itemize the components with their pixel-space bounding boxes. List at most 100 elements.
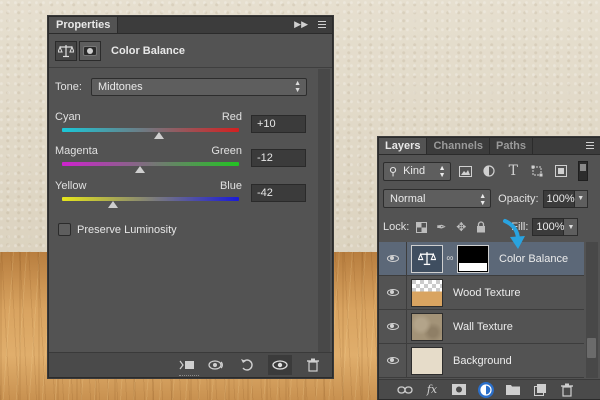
fx-icon[interactable]: fx: [424, 382, 440, 398]
yellow-blue-slider-thumb[interactable]: [108, 201, 119, 208]
layer-row-wall-texture[interactable]: Wall Texture: [379, 309, 584, 344]
new-layer-icon[interactable]: [532, 382, 548, 398]
visibility-toggle[interactable]: [379, 275, 407, 310]
layer-name: Wall Texture: [453, 320, 513, 333]
clip-to-layer-icon[interactable]: [178, 356, 196, 374]
chain-link-icon[interactable]: ∞: [446, 253, 454, 264]
fill-field[interactable]: 100%: [532, 218, 565, 236]
fill-dropdown-icon[interactable]: ▼: [564, 218, 579, 236]
link-icon[interactable]: [397, 382, 413, 398]
mask-icon[interactable]: [79, 40, 101, 61]
layer-row-wood-texture[interactable]: Wood Texture: [379, 275, 584, 310]
red-label: Red: [221, 111, 242, 123]
pixel-layer-filter-icon[interactable]: [457, 163, 475, 179]
preserve-luminosity-checkbox[interactable]: [58, 223, 71, 236]
shape-filter-icon[interactable]: [528, 163, 546, 179]
mask-icon[interactable]: [451, 382, 467, 398]
properties-scrollbar[interactable]: [318, 69, 330, 353]
visibility-toggle[interactable]: [379, 343, 407, 378]
properties-body: Tone: Midtones ▲ ▼ Cyan Red +10 Magenta G…: [49, 69, 317, 353]
type-filter-icon[interactable]: T: [504, 163, 522, 179]
filter-row: ⚲ Kind ▲ ▼ T: [383, 161, 589, 181]
yellow-blue-gradient[interactable]: [62, 197, 239, 201]
lock-image-pixels-icon[interactable]: ✒: [433, 219, 449, 235]
search-icon: ⚲: [389, 165, 398, 178]
eye-icon: [386, 357, 399, 364]
opacity-dropdown-icon[interactable]: ▼: [574, 189, 588, 208]
green-label: Green: [211, 145, 242, 157]
yellow-blue-slider-block: Yellow Blue -42: [55, 180, 310, 216]
visibility-toggle[interactable]: [379, 309, 407, 344]
tab-layers[interactable]: Layers: [379, 138, 428, 154]
filter-kind-value: Kind: [403, 165, 426, 177]
eye-icon: [386, 255, 399, 262]
cyan-red-gradient[interactable]: [62, 128, 239, 132]
layer-thumbnail: [411, 278, 443, 307]
tab-properties[interactable]: Properties: [49, 17, 119, 33]
preserve-luminosity-row: Preserve Luminosity: [58, 223, 177, 236]
properties-header: Color Balance: [49, 34, 332, 68]
tone-row: Tone: Midtones ▲ ▼: [55, 78, 307, 96]
lock-all-icon[interactable]: [473, 219, 489, 235]
properties-panel: Properties ▶▶ Color Balance Tone: Midton…: [48, 16, 333, 378]
layers-panel: Layers Channels Paths ⚲ Kind ▲ ▼ T Normal: [378, 137, 600, 400]
color-balance-icon[interactable]: [55, 40, 77, 61]
lock-transparent-pixels-icon[interactable]: [413, 219, 429, 235]
layer-list: ∞ Color Balance Wood Texture Wall Textur…: [379, 241, 584, 378]
layer-row-color-balance[interactable]: ∞ Color Balance: [379, 241, 584, 276]
reset-icon[interactable]: [238, 356, 256, 374]
filter-kind-select[interactable]: ⚲ Kind ▲ ▼: [383, 161, 451, 181]
layers-scrollbar[interactable]: [586, 242, 598, 378]
tone-select[interactable]: Midtones ▲ ▼: [91, 78, 307, 96]
lock-position-icon[interactable]: ✥: [453, 219, 469, 235]
cyan-red-slider-block: Cyan Red +10: [55, 111, 310, 147]
blend-mode-select[interactable]: Normal ▲ ▼: [383, 189, 492, 208]
yellow-label: Yellow: [55, 180, 87, 192]
scrollbar-thumb[interactable]: [587, 338, 596, 358]
panel-controls: ▶▶: [294, 19, 328, 30]
layer-row-background[interactable]: Background: [379, 343, 584, 378]
magenta-label: Magenta: [55, 145, 98, 157]
cyan-red-value-field[interactable]: +10: [251, 115, 306, 133]
smart-object-filter-icon[interactable]: [552, 163, 570, 179]
visibility-toggle[interactable]: [379, 241, 407, 276]
layers-panel-controls: [582, 140, 596, 151]
layers-tabbar: Layers Channels Paths: [379, 138, 600, 155]
properties-footer: [49, 352, 332, 377]
collapse-panel-icon[interactable]: ▶▶: [294, 19, 308, 30]
folder-icon[interactable]: [505, 382, 521, 398]
panel-menu-icon[interactable]: [582, 140, 596, 151]
magenta-green-slider-thumb[interactable]: [134, 166, 145, 173]
resize-grip[interactable]: [179, 375, 199, 378]
blend-row: Normal ▲ ▼ Opacity: 100% ▼: [383, 189, 588, 208]
layer-thumbnail: [411, 312, 443, 341]
magenta-green-value-field[interactable]: -12: [251, 149, 306, 167]
trash-icon[interactable]: [304, 356, 322, 374]
lock-row: Lock: ✒ ✥ Fill: 100% ▼: [383, 218, 588, 236]
cyan-red-slider-thumb[interactable]: [154, 132, 165, 139]
tab-paths[interactable]: Paths: [490, 138, 533, 154]
layer-name: Wood Texture: [453, 286, 521, 299]
opacity-field[interactable]: 100%: [542, 189, 575, 208]
opacity-label: Opacity:: [498, 192, 539, 205]
panel-menu-icon[interactable]: [314, 19, 328, 30]
properties-title: Color Balance: [111, 44, 185, 57]
adjustment-filter-icon[interactable]: [481, 163, 499, 179]
layer-mask-thumbnail[interactable]: [457, 244, 489, 273]
blend-mode-value: Normal: [390, 193, 426, 205]
filter-toggle-switch[interactable]: [578, 161, 589, 181]
adjustment-icon[interactable]: [478, 381, 494, 398]
trash-icon[interactable]: [559, 382, 575, 398]
view-previous-state-icon[interactable]: [208, 356, 226, 374]
tab-channels[interactable]: Channels: [427, 138, 490, 154]
cyan-label: Cyan: [55, 111, 81, 123]
magenta-green-slider-block: Magenta Green -12: [55, 145, 310, 181]
blue-label: Blue: [219, 180, 242, 192]
toggle-visibility-icon[interactable]: [268, 355, 292, 375]
magenta-green-gradient[interactable]: [62, 162, 239, 166]
select-arrows-icon: ▲ ▼: [294, 80, 301, 94]
eye-icon: [386, 289, 399, 296]
properties-tabbar: Properties ▶▶: [49, 17, 332, 34]
tone-value: Midtones: [98, 81, 143, 93]
yellow-blue-value-field[interactable]: -42: [251, 184, 306, 202]
